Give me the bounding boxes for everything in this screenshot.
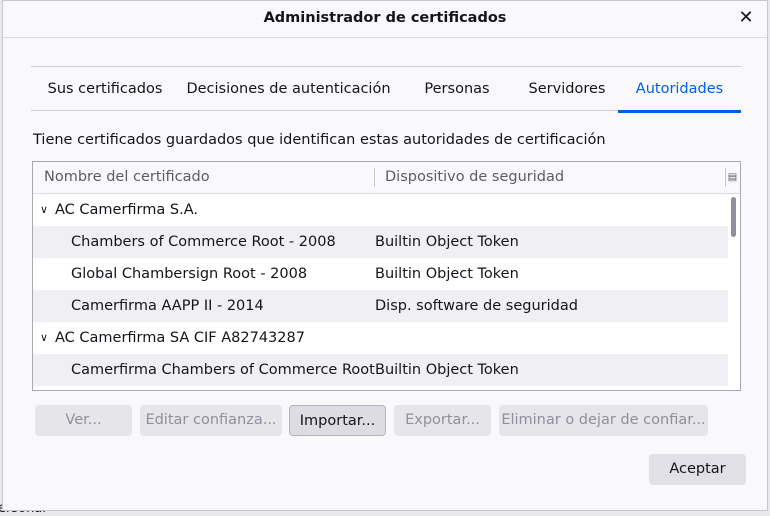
export-button[interactable]: Exportar... [394,405,491,436]
tab-your-certificates[interactable]: Sus certificados [31,67,179,111]
security-device: Builtin Object Token [375,266,519,282]
certificate-name: Camerfirma Chambers of Commerce Root [71,362,375,378]
column-picker-icon[interactable]: ▤ [725,168,739,187]
tree-row[interactable]: Camerfirma Chambers of Commerce Root Bui… [33,354,728,386]
tree-row[interactable]: Global Chambersign Root - 2008 Builtin O… [33,258,728,290]
tree-group-row[interactable]: ∨ AC Camerfirma S.A. [33,194,728,226]
title-bar: Administrador de certificados ✕ [3,1,767,38]
security-device: Disp. software de seguridad [375,298,578,314]
dialog-title: Administrador de certificados [263,10,507,26]
tree-group-row[interactable]: ∨ AC Camerfirma SA CIF A82743287 [33,322,728,354]
column-divider[interactable] [374,168,375,187]
column-header-security-device[interactable]: Dispositivo de seguridad [385,169,564,185]
view-button[interactable]: Ver... [35,405,132,436]
tab-authentication-decisions[interactable]: Decisiones de autenticación [179,67,398,111]
certificate-name: Global Chambersign Root - 2008 [71,266,308,282]
scrollbar-thumb[interactable] [731,197,736,237]
tree-row[interactable]: Camerfirma AAPP II - 2014 Disp. software… [33,290,728,322]
tab-bar: Sus certificados Decisiones de autentica… [31,66,741,113]
certificate-manager-dialog: Administrador de certificados ✕ Sus cert… [2,0,768,511]
tree-header: Nombre del certificado Dispositivo de se… [33,162,740,194]
tab-description: Tiene certificados guardados que identif… [33,132,606,148]
certificate-tree[interactable]: Nombre del certificado Dispositivo de se… [32,161,741,391]
tree-row[interactable]: Chambers of Commerce Root - 2008 Builtin… [33,226,728,258]
tree-scrollbar[interactable] [728,194,740,390]
column-header-certificate-name[interactable]: Nombre del certificado [44,169,210,185]
accept-button[interactable]: Aceptar [649,454,746,485]
import-button[interactable]: Importar... [289,405,386,436]
chevron-down-icon[interactable]: ∨ [40,194,48,226]
edit-trust-button[interactable]: Editar confianza... [140,405,282,436]
close-icon[interactable]: ✕ [735,7,757,29]
certificate-name: Camerfirma AAPP II - 2014 [71,298,264,314]
tab-people[interactable]: Personas [398,67,516,111]
chevron-down-icon[interactable]: ∨ [40,322,48,354]
security-device: Builtin Object Token [375,362,519,378]
tree-rows: ∨ AC Camerfirma S.A. Chambers of Commerc… [33,194,728,386]
tab-authorities[interactable]: Autoridades [618,67,741,113]
certificate-name: Chambers of Commerce Root - 2008 [71,234,336,250]
certificate-group-name: AC Camerfirma SA CIF A82743287 [55,330,305,346]
security-device: Builtin Object Token [375,234,519,250]
tab-servers[interactable]: Servidores [516,67,618,111]
delete-or-distrust-button[interactable]: Eliminar o dejar de confiar... [499,405,708,436]
certificate-group-name: AC Camerfirma S.A. [55,202,198,218]
